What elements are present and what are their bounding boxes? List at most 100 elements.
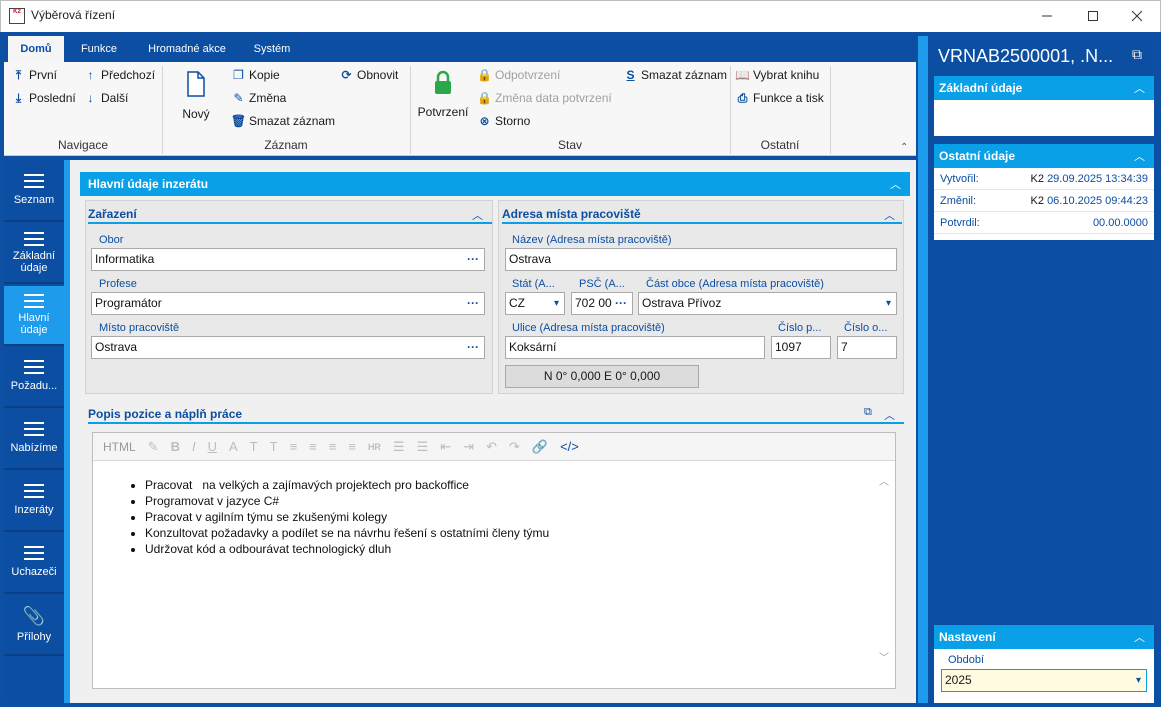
- cislo-p-field[interactable]: 1097: [771, 336, 831, 359]
- dropdown-icon[interactable]: ▾: [1136, 670, 1141, 691]
- align-right-icon[interactable]: ≡: [329, 439, 337, 454]
- trash-icon: 🗑: [230, 114, 247, 128]
- obdobi-select[interactable]: 2025 ▾: [941, 669, 1147, 692]
- zakladni-udaje-body: [934, 100, 1154, 136]
- ulice-field[interactable]: Koksární: [505, 336, 765, 359]
- copy-icon: ❐: [233, 68, 244, 82]
- pick-book-button[interactable]: 📖 Vybrat knihu: [735, 68, 819, 82]
- source-code-icon[interactable]: </>: [560, 439, 579, 454]
- nav-nabizime[interactable]: Nabízíme: [4, 410, 64, 470]
- adresa-title: Adresa místa pracoviště: [502, 204, 902, 224]
- misto-field[interactable]: Ostrava ···: [91, 336, 485, 359]
- nav-prilohy[interactable]: 📎 Přílohy: [4, 596, 64, 656]
- functions-print-button[interactable]: ⎙ Funkce a tisk: [736, 91, 824, 106]
- profese-label: Profese: [99, 278, 137, 290]
- rich-text-editor[interactable]: HTML ✎ B I U A T T ≡ ≡ ≡ ≡ HR ☰ ☰ ⇤ ⇥ ↶ …: [92, 432, 896, 689]
- ellipsis-icon[interactable]: ···: [615, 293, 627, 314]
- gps-button[interactable]: N 0° 0,000 E 0° 0,000: [505, 365, 699, 388]
- collapse-ribbon-icon[interactable]: ⌃: [900, 142, 908, 153]
- indent-icon[interactable]: ⇥: [463, 439, 474, 455]
- underline-icon[interactable]: U: [208, 439, 217, 454]
- psc-field[interactable]: 702 00 ···: [571, 292, 633, 315]
- align-left-icon[interactable]: ≡: [290, 439, 298, 454]
- pen-icon[interactable]: ✎: [148, 439, 159, 455]
- next-button[interactable]: ↓ Další: [84, 91, 129, 105]
- refresh-button[interactable]: ⟳ Obnovit: [340, 68, 398, 82]
- dropdown-icon[interactable]: ▾: [886, 293, 891, 314]
- unordered-list-icon[interactable]: ☰: [417, 439, 429, 455]
- tab-funkce[interactable]: Funkce: [68, 36, 130, 62]
- collapse-adresa-icon[interactable]: ︿: [884, 207, 895, 223]
- dropdown-icon[interactable]: ▾: [554, 293, 559, 314]
- edit-button[interactable]: ✎ Změna: [232, 91, 286, 105]
- maximize-button[interactable]: [1070, 0, 1116, 32]
- stat-field[interactable]: CZ ▾: [505, 292, 565, 315]
- nav-hlavni-udaje[interactable]: Hlavní údaje: [4, 286, 64, 346]
- obor-field[interactable]: Informatika ···: [91, 248, 485, 271]
- font-color-icon[interactable]: A: [229, 439, 238, 454]
- previous-button[interactable]: ↑ Předchozí: [84, 68, 156, 82]
- open-external-icon[interactable]: ⧉: [864, 406, 872, 419]
- change-date-button[interactable]: 🔒 Změna data potvrzení: [477, 91, 612, 105]
- nastaveni-header: Nastavení: [934, 625, 1154, 649]
- tab-hromadne-akce[interactable]: Hromadné akce: [136, 36, 238, 62]
- horizontal-rule-icon[interactable]: HR: [368, 442, 381, 452]
- italic-icon[interactable]: I: [192, 439, 196, 454]
- collapse-icon[interactable]: ︿: [1134, 80, 1145, 96]
- first-button[interactable]: ⤒ První: [12, 68, 57, 83]
- collapse-popis-icon[interactable]: ︿: [884, 407, 895, 423]
- collapse-zarazeni-icon[interactable]: ︿: [472, 207, 483, 223]
- nav-uchazeci[interactable]: Uchazeči: [4, 534, 64, 594]
- ellipsis-icon[interactable]: ···: [467, 249, 479, 270]
- nav-zakladni-udaje[interactable]: Základní údaje: [4, 224, 64, 284]
- new-button[interactable]: Nový: [176, 70, 216, 121]
- format-select[interactable]: HTML: [103, 440, 136, 454]
- collapse-icon[interactable]: ︿: [1134, 629, 1145, 645]
- undo-icon[interactable]: ↶: [486, 439, 497, 455]
- copy-button[interactable]: ❐ Kopie: [232, 68, 280, 82]
- editor-content[interactable]: Pracovat na velkých a zajímavých projekt…: [133, 477, 549, 557]
- cislo-o-field[interactable]: 7: [837, 336, 897, 359]
- last-button[interactable]: ⤓ Poslední: [12, 91, 76, 106]
- list-icon: [24, 232, 44, 246]
- align-center-icon[interactable]: ≡: [309, 439, 317, 454]
- minimize-button[interactable]: [1024, 0, 1070, 32]
- ellipsis-icon[interactable]: ···: [467, 293, 479, 314]
- list-item: Pracovat v agilním týmu se zkušenými kol…: [145, 509, 549, 525]
- arrow-down-icon: ↓: [87, 91, 94, 105]
- ellipsis-icon[interactable]: ···: [467, 337, 479, 358]
- obor-label: Obor: [99, 234, 124, 246]
- outdent-icon[interactable]: ⇤: [440, 439, 451, 455]
- panel-splitter[interactable]: [918, 36, 928, 703]
- superscript-icon[interactable]: T: [270, 439, 278, 454]
- profese-field[interactable]: Programátor ···: [91, 292, 485, 315]
- ordered-list-icon[interactable]: ☰: [393, 439, 405, 455]
- scroll-up-icon[interactable]: ︿: [879, 473, 889, 488]
- scroll-down-icon[interactable]: ﹀: [879, 649, 889, 664]
- cancel-button[interactable]: ⊗ Storno: [478, 114, 530, 128]
- nazev-field[interactable]: Ostrava: [505, 248, 897, 271]
- tab-domu[interactable]: Domů: [8, 36, 64, 62]
- nazev-label: Název (Adresa místa pracoviště): [512, 234, 672, 246]
- nav-inzeraty[interactable]: Inzeráty: [4, 472, 64, 532]
- redo-icon[interactable]: ↷: [509, 439, 520, 455]
- nav-seznam[interactable]: Seznam: [4, 162, 64, 222]
- right-panel: VRNAB2500001, .N... ⧉ Základní údaje ︿ O…: [928, 36, 1157, 703]
- link-icon[interactable]: 🔗: [532, 439, 548, 455]
- open-external-icon[interactable]: ⧉: [1132, 46, 1142, 63]
- obdobi-label: Období: [948, 654, 985, 666]
- delete-state-button[interactable]: S Smazat záznam: [624, 68, 727, 82]
- subscript-icon[interactable]: T: [250, 439, 258, 454]
- justify-icon[interactable]: ≡: [348, 439, 356, 454]
- tab-system[interactable]: Systém: [244, 36, 300, 62]
- bold-icon[interactable]: B: [171, 439, 180, 454]
- divider: [830, 66, 831, 154]
- nav-pozadujeme[interactable]: Požadu...: [4, 348, 64, 408]
- confirm-button[interactable]: Potvrzení: [416, 70, 470, 119]
- close-button[interactable]: [1114, 0, 1160, 32]
- cast-obce-field[interactable]: Ostrava Přívoz ▾: [638, 292, 897, 315]
- delete-record-button[interactable]: 🗑 Smazat záznam: [230, 114, 335, 128]
- collapse-section-icon[interactable]: ︿: [890, 176, 901, 192]
- collapse-icon[interactable]: ︿: [1134, 148, 1145, 164]
- unconfirm-button[interactable]: 🔒 Odpotvrzení: [477, 68, 560, 82]
